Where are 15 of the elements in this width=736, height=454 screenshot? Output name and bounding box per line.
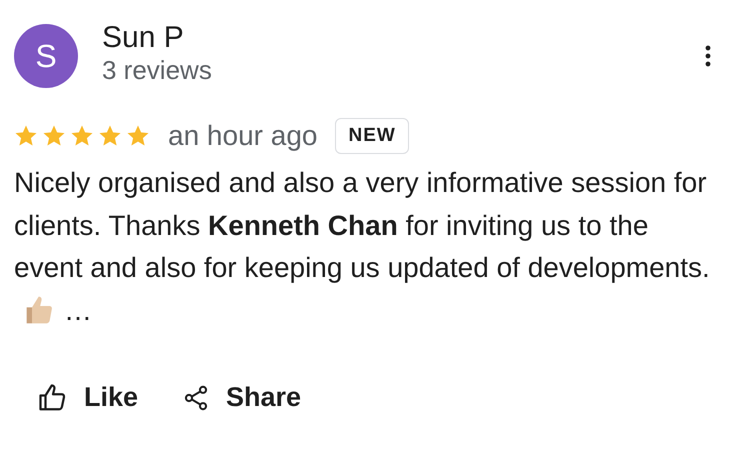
- review-text: Nicely organised and also a very informative session for clients. Thanks Kenneth Chan for inviting us to the event and also for keeping us updated of developments. …: [14, 166, 711, 328]
- review-time: an hour ago: [168, 120, 318, 152]
- share-button[interactable]: Share: [182, 382, 302, 413]
- review-count: 3 reviews: [102, 54, 213, 86]
- thumbs-up-icon: [38, 382, 68, 412]
- star-icon: [14, 124, 38, 148]
- more-options-icon[interactable]: [704, 44, 712, 68]
- star-icon: [98, 124, 122, 148]
- reviewer-name: Sun P: [102, 20, 185, 54]
- new-badge: NEW: [335, 118, 409, 154]
- star-icon: [126, 124, 150, 148]
- star-icon: [42, 124, 66, 148]
- star-icon: [70, 124, 94, 148]
- avatar: S: [14, 24, 78, 88]
- like-button[interactable]: Like: [38, 382, 138, 413]
